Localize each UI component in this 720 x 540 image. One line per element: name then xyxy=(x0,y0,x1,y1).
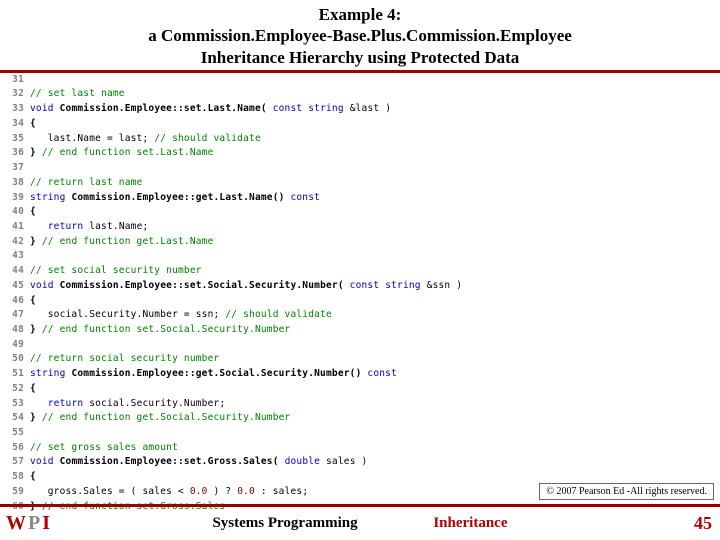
code-line: 52{ xyxy=(8,382,714,397)
code-text: // set gross sales amount xyxy=(30,441,178,456)
line-number: 44 xyxy=(8,264,30,279)
code-text: { xyxy=(30,382,36,397)
line-number: 51 xyxy=(8,367,30,382)
line-number: 54 xyxy=(8,411,30,426)
code-line: 39string Commission.Employee::get.Last.N… xyxy=(8,191,714,206)
slide-title: Example 4: a Commission.Employee-Base.Pl… xyxy=(0,0,720,70)
code-line: 48} // end function set.Social.Security.… xyxy=(8,323,714,338)
line-number: 56 xyxy=(8,441,30,456)
code-line: 35 last.Name = last; // should validate xyxy=(8,132,714,147)
copyright-notice: © 2007 Pearson Ed -All rights reserved. xyxy=(539,483,714,500)
code-line: 51string Commission.Employee::get.Social… xyxy=(8,367,714,382)
code-text: { xyxy=(30,205,36,220)
code-line: 34{ xyxy=(8,117,714,132)
code-text: social.Security.Number = ssn; // should … xyxy=(30,308,332,323)
code-line: 45void Commission.Employee::set.Social.S… xyxy=(8,279,714,294)
code-text: // return last name xyxy=(30,176,142,191)
footer-course: Systems Programming xyxy=(212,515,357,532)
code-text: } // end function set.Last.Name xyxy=(30,146,214,161)
title-line-1: Example 4: xyxy=(0,4,720,25)
line-number: 55 xyxy=(8,426,30,441)
code-line: 56// set gross sales amount xyxy=(8,441,714,456)
code-text: } // end function set.Social.Security.Nu… xyxy=(30,323,290,338)
line-number: 35 xyxy=(8,132,30,147)
code-line: 47 social.Security.Number = ssn; // shou… xyxy=(8,308,714,323)
line-number: 52 xyxy=(8,382,30,397)
code-text: string Commission.Employee::get.Social.S… xyxy=(30,367,397,382)
code-line: 54} // end function get.Social.Security.… xyxy=(8,411,714,426)
line-number: 57 xyxy=(8,455,30,470)
code-line: 32// set last name xyxy=(8,87,714,102)
code-text: // set last name xyxy=(30,87,125,102)
code-text: gross.Sales = ( sales < 0.0 ) ? 0.0 : sa… xyxy=(30,485,308,500)
code-line: 55 xyxy=(8,426,714,441)
code-text: } // end function get.Last.Name xyxy=(30,235,214,250)
line-number: 49 xyxy=(8,338,30,353)
line-number: 39 xyxy=(8,191,30,206)
line-number: 48 xyxy=(8,323,30,338)
line-number: 36 xyxy=(8,146,30,161)
code-listing: 3132// set last name33void Commission.Em… xyxy=(0,73,720,515)
code-line: 44// set social security number xyxy=(8,264,714,279)
line-number: 53 xyxy=(8,397,30,412)
line-number: 31 xyxy=(8,73,30,88)
code-line: 49 xyxy=(8,338,714,353)
code-text: return last.Name; xyxy=(30,220,148,235)
code-text: last.Name = last; // should validate xyxy=(30,132,261,147)
code-text: void Commission.Employee::set.Social.Sec… xyxy=(30,279,462,294)
code-text: string Commission.Employee::get.Last.Nam… xyxy=(30,191,320,206)
code-line: 50// return social security number xyxy=(8,352,714,367)
code-line: 38// return last name xyxy=(8,176,714,191)
code-text: void Commission.Employee::set.Last.Name(… xyxy=(30,102,391,117)
line-number: 41 xyxy=(8,220,30,235)
code-text: { xyxy=(30,117,36,132)
footer-topic: Inheritance xyxy=(433,515,507,532)
page-number: 45 xyxy=(694,513,712,534)
line-number: 50 xyxy=(8,352,30,367)
code-line: 53 return social.Security.Number; xyxy=(8,397,714,412)
code-line: 43 xyxy=(8,249,714,264)
code-text: // return social security number xyxy=(30,352,219,367)
code-line: 33void Commission.Employee::set.Last.Nam… xyxy=(8,102,714,117)
line-number: 43 xyxy=(8,249,30,264)
line-number: 37 xyxy=(8,161,30,176)
line-number: 59 xyxy=(8,485,30,500)
code-line: 46{ xyxy=(8,294,714,309)
line-number: 33 xyxy=(8,102,30,117)
title-line-2: a Commission.Employee-Base.Plus.Commissi… xyxy=(0,25,720,46)
line-number: 32 xyxy=(8,87,30,102)
slide-footer: W P I Systems Programming Inheritance 45 xyxy=(0,504,720,540)
code-text: // set social security number xyxy=(30,264,202,279)
line-number: 38 xyxy=(8,176,30,191)
code-text: { xyxy=(30,294,36,309)
title-line-3: Inheritance Hierarchy using Protected Da… xyxy=(0,47,720,68)
code-line: 36} // end function set.Last.Name xyxy=(8,146,714,161)
code-line: 57void Commission.Employee::set.Gross.Sa… xyxy=(8,455,714,470)
code-line: 31 xyxy=(8,73,714,88)
code-line: 40{ xyxy=(8,205,714,220)
code-text: return social.Security.Number; xyxy=(30,397,225,412)
line-number: 34 xyxy=(8,117,30,132)
line-number: 42 xyxy=(8,235,30,250)
code-line: 42} // end function get.Last.Name xyxy=(8,235,714,250)
code-line: 37 xyxy=(8,161,714,176)
code-text: } // end function get.Social.Security.Nu… xyxy=(30,411,290,426)
line-number: 47 xyxy=(8,308,30,323)
line-number: 40 xyxy=(8,205,30,220)
code-text: void Commission.Employee::set.Gross.Sale… xyxy=(30,455,367,470)
line-number: 58 xyxy=(8,470,30,485)
code-line: 41 return last.Name; xyxy=(8,220,714,235)
footer-mid: Systems Programming Inheritance xyxy=(0,515,720,532)
code-text: { xyxy=(30,470,36,485)
line-number: 46 xyxy=(8,294,30,309)
line-number: 45 xyxy=(8,279,30,294)
